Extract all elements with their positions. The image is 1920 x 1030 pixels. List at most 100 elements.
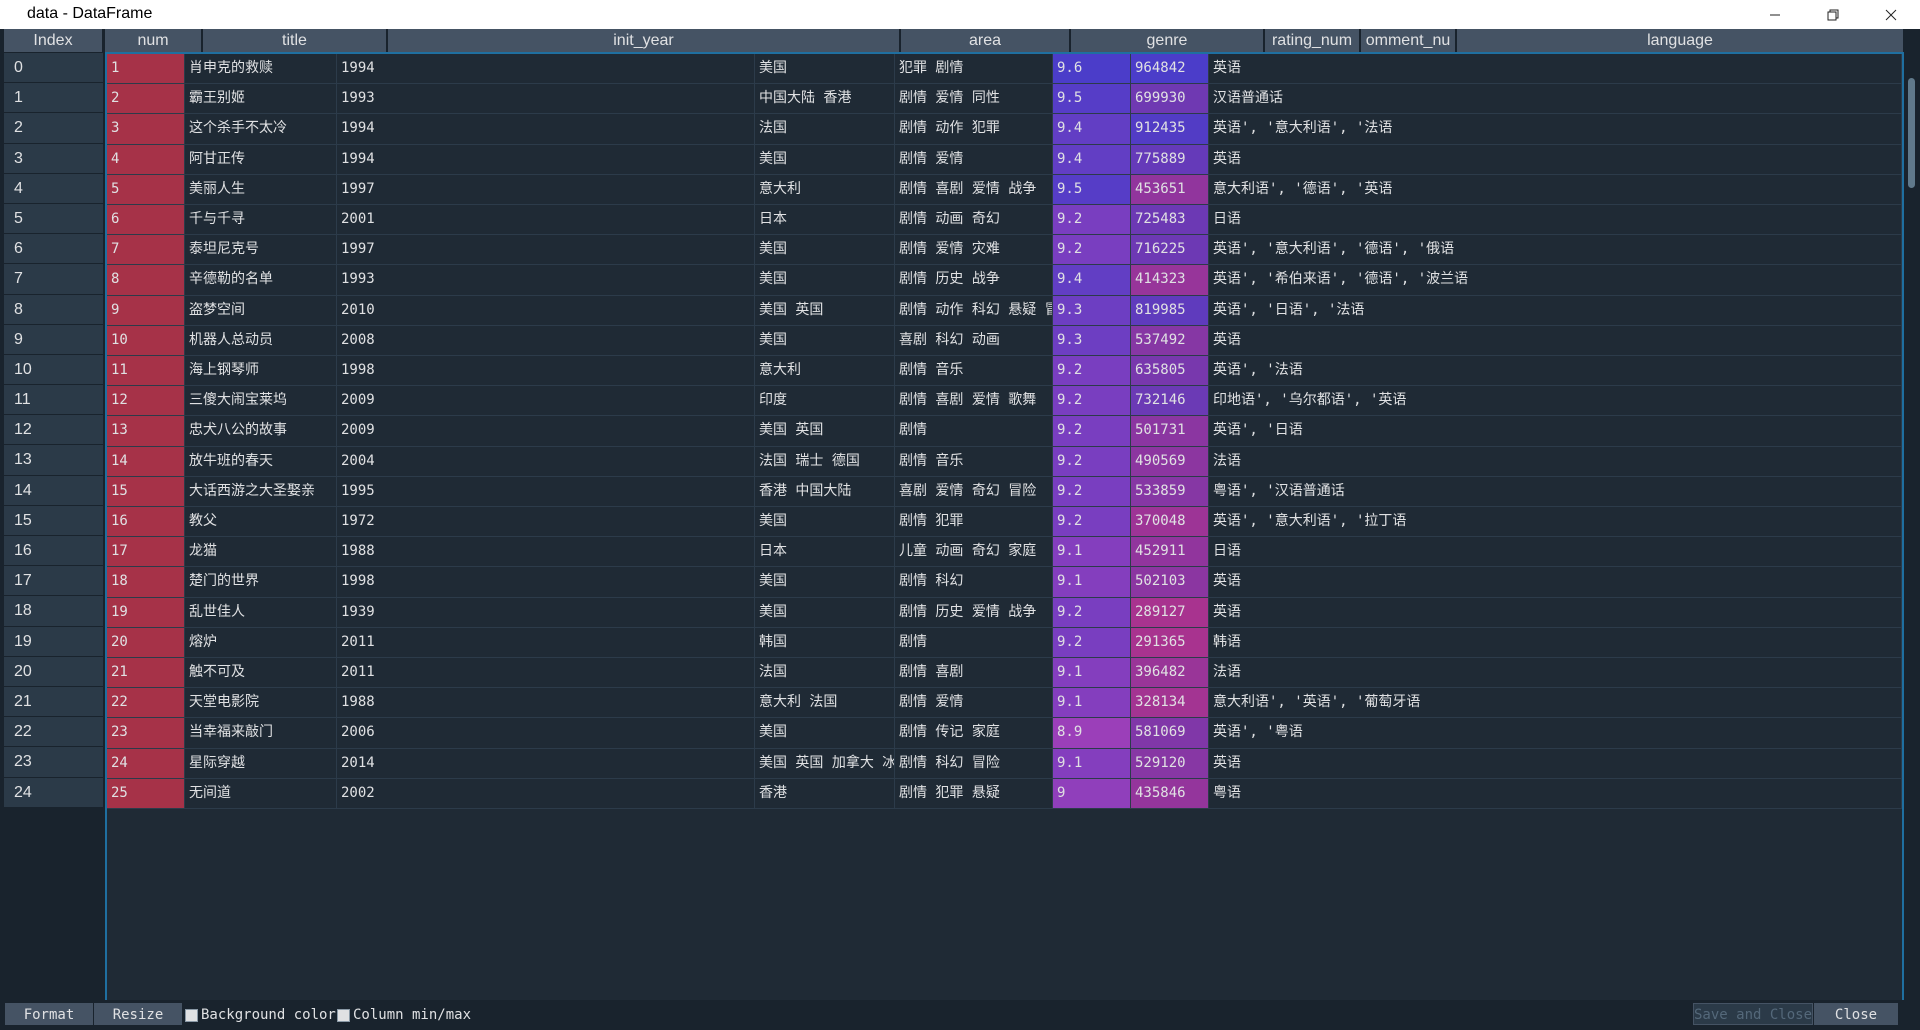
area-cell[interactable]: 美国 <box>755 54 895 84</box>
genre-cell[interactable]: 剧情 <box>895 416 1053 446</box>
column-header-area[interactable]: area <box>901 29 1070 52</box>
area-cell[interactable]: 美国 <box>755 507 895 537</box>
num-cell[interactable]: 2 <box>107 84 185 114</box>
row-index[interactable]: 23 <box>4 747 103 778</box>
comment-cell[interactable]: 370048 <box>1131 507 1209 537</box>
comment-cell[interactable]: 435846 <box>1131 778 1209 808</box>
title-cell[interactable]: 楚门的世界 <box>185 567 337 597</box>
title-cell[interactable]: 放牛班的春天 <box>185 446 337 476</box>
column-header-rating-num[interactable]: rating_num <box>1265 29 1360 52</box>
num-cell[interactable]: 8 <box>107 265 185 295</box>
comment-cell[interactable]: 414323 <box>1131 265 1209 295</box>
year-cell[interactable]: 1997 <box>337 235 755 265</box>
row-index[interactable]: 24 <box>4 777 103 808</box>
genre-cell[interactable]: 剧情 音乐 <box>895 446 1053 476</box>
area-cell[interactable]: 法国 瑞士 德国 <box>755 446 895 476</box>
row-index[interactable]: 18 <box>4 596 103 627</box>
table-row[interactable]: 8 辛德勒的名单 1993 美国 剧情 历史 战争 9.4 414323 英语', '希伯来语… <box>107 265 1902 296</box>
resize-button[interactable]: Resize <box>94 1003 182 1025</box>
language-cell[interactable]: 英语 <box>1209 597 1902 627</box>
title-cell[interactable]: 忠犬八公的故事 <box>185 416 337 446</box>
table-row[interactable]: 21 触不可及 2011 法国 剧情 喜剧 9.1 396482 法语 <box>107 658 1902 689</box>
table-row[interactable]: 3 这个杀手不太冷 1994 法国 剧情 动作 犯罪 9.4 912435 英语', '意大利… <box>107 114 1902 145</box>
row-index[interactable]: 11 <box>4 385 103 416</box>
area-cell[interactable]: 法国 <box>755 658 895 688</box>
comment-cell[interactable]: 581069 <box>1131 718 1209 748</box>
year-cell[interactable]: 2004 <box>337 446 755 476</box>
comment-cell[interactable]: 635805 <box>1131 356 1209 386</box>
title-cell[interactable]: 这个杀手不太冷 <box>185 114 337 144</box>
num-cell[interactable]: 13 <box>107 416 185 446</box>
year-cell[interactable]: 2002 <box>337 778 755 808</box>
language-cell[interactable]: 英语 <box>1209 325 1902 355</box>
column-header-num[interactable]: num <box>105 29 202 52</box>
year-cell[interactable]: 2009 <box>337 386 755 416</box>
year-cell[interactable]: 2011 <box>337 658 755 688</box>
num-cell[interactable]: 21 <box>107 658 185 688</box>
year-cell[interactable]: 2011 <box>337 627 755 657</box>
column-header-title[interactable]: title <box>203 29 387 52</box>
num-cell[interactable]: 25 <box>107 778 185 808</box>
language-cell[interactable]: 日语 <box>1209 537 1902 567</box>
table-row[interactable]: 1 肖申克的救赎 1994 美国 犯罪 剧情 9.6 964842 英语 <box>107 54 1902 85</box>
num-cell[interactable]: 9 <box>107 295 185 325</box>
area-cell[interactable]: 美国 英国 加拿大 冰岛 <box>755 748 895 778</box>
column-header-index[interactable]: Index <box>4 29 103 52</box>
year-cell[interactable]: 2001 <box>337 205 755 235</box>
language-cell[interactable]: 英语', '法语 <box>1209 356 1902 386</box>
table-row[interactable]: 11 海上钢琴师 1998 意大利 剧情 音乐 9.2 635805 英语', '法语 <box>107 356 1902 387</box>
checkbox-box[interactable] <box>337 1008 350 1022</box>
rating-cell[interactable]: 9.2 <box>1053 446 1131 476</box>
restore-icon[interactable] <box>1804 0 1862 29</box>
table-row[interactable]: 22 天堂电影院 1988 意大利 法国 剧情 爱情 9.1 328134 意大利语', '英… <box>107 688 1902 719</box>
rating-cell[interactable]: 9.4 <box>1053 114 1131 144</box>
genre-cell[interactable]: 剧情 喜剧 爱情 歌舞 <box>895 386 1053 416</box>
area-cell[interactable]: 美国 <box>755 265 895 295</box>
vertical-scroll-thumb[interactable] <box>1908 78 1915 188</box>
row-index[interactable]: 7 <box>4 264 103 295</box>
num-cell[interactable]: 3 <box>107 114 185 144</box>
rating-cell[interactable]: 9.3 <box>1053 325 1131 355</box>
rating-cell[interactable]: 9.5 <box>1053 174 1131 204</box>
year-cell[interactable]: 1997 <box>337 174 755 204</box>
table-row[interactable]: 7 泰坦尼克号 1997 美国 剧情 爱情 灾难 9.2 716225 英语', '意大利语'… <box>107 235 1902 266</box>
rating-cell[interactable]: 9.1 <box>1053 658 1131 688</box>
year-cell[interactable]: 1988 <box>337 537 755 567</box>
year-cell[interactable]: 2014 <box>337 748 755 778</box>
area-cell[interactable]: 香港 <box>755 778 895 808</box>
comment-cell[interactable]: 725483 <box>1131 205 1209 235</box>
num-cell[interactable]: 24 <box>107 748 185 778</box>
rating-cell[interactable]: 8.9 <box>1053 718 1131 748</box>
row-index[interactable]: 15 <box>4 505 103 536</box>
title-cell[interactable]: 当幸福来敲门 <box>185 718 337 748</box>
table-row[interactable]: 5 美丽人生 1997 意大利 剧情 喜剧 爱情 战争 9.5 453651 意大利语', '… <box>107 174 1902 205</box>
title-cell[interactable]: 辛德勒的名单 <box>185 265 337 295</box>
language-cell[interactable]: 印地语', '乌尔都语', '英语 <box>1209 386 1902 416</box>
num-cell[interactable]: 10 <box>107 325 185 355</box>
table-row[interactable]: 4 阿甘正传 1994 美国 剧情 爱情 9.4 775889 英语 <box>107 144 1902 175</box>
area-cell[interactable]: 美国 <box>755 325 895 355</box>
rating-cell[interactable]: 9.5 <box>1053 84 1131 114</box>
year-cell[interactable]: 2009 <box>337 416 755 446</box>
rating-cell[interactable]: 9.2 <box>1053 416 1131 446</box>
comment-cell[interactable]: 453651 <box>1131 174 1209 204</box>
comment-cell[interactable]: 732146 <box>1131 386 1209 416</box>
comment-cell[interactable]: 537492 <box>1131 325 1209 355</box>
title-cell[interactable]: 星际穿越 <box>185 748 337 778</box>
title-cell[interactable]: 肖申克的救赎 <box>185 54 337 84</box>
num-cell[interactable]: 22 <box>107 688 185 718</box>
column-header-omment-nu[interactable]: omment_nu <box>1361 29 1456 52</box>
row-index[interactable]: 16 <box>4 536 103 567</box>
minimize-icon[interactable] <box>1746 0 1804 29</box>
area-cell[interactable]: 意大利 <box>755 174 895 204</box>
year-cell[interactable]: 1994 <box>337 54 755 84</box>
table-row[interactable]: 12 三傻大闹宝莱坞 2009 印度 剧情 喜剧 爱情 歌舞 9.2 732146 印地语',… <box>107 386 1902 417</box>
language-cell[interactable]: 英语', '意大利语', '拉丁语 <box>1209 507 1902 537</box>
language-cell[interactable]: 日语 <box>1209 205 1902 235</box>
rating-cell[interactable]: 9.2 <box>1053 476 1131 506</box>
title-cell[interactable]: 大话西游之大圣娶亲 <box>185 476 337 506</box>
rating-cell[interactable]: 9.4 <box>1053 265 1131 295</box>
num-cell[interactable]: 23 <box>107 718 185 748</box>
row-index[interactable]: 22 <box>4 717 103 748</box>
year-cell[interactable]: 1993 <box>337 84 755 114</box>
